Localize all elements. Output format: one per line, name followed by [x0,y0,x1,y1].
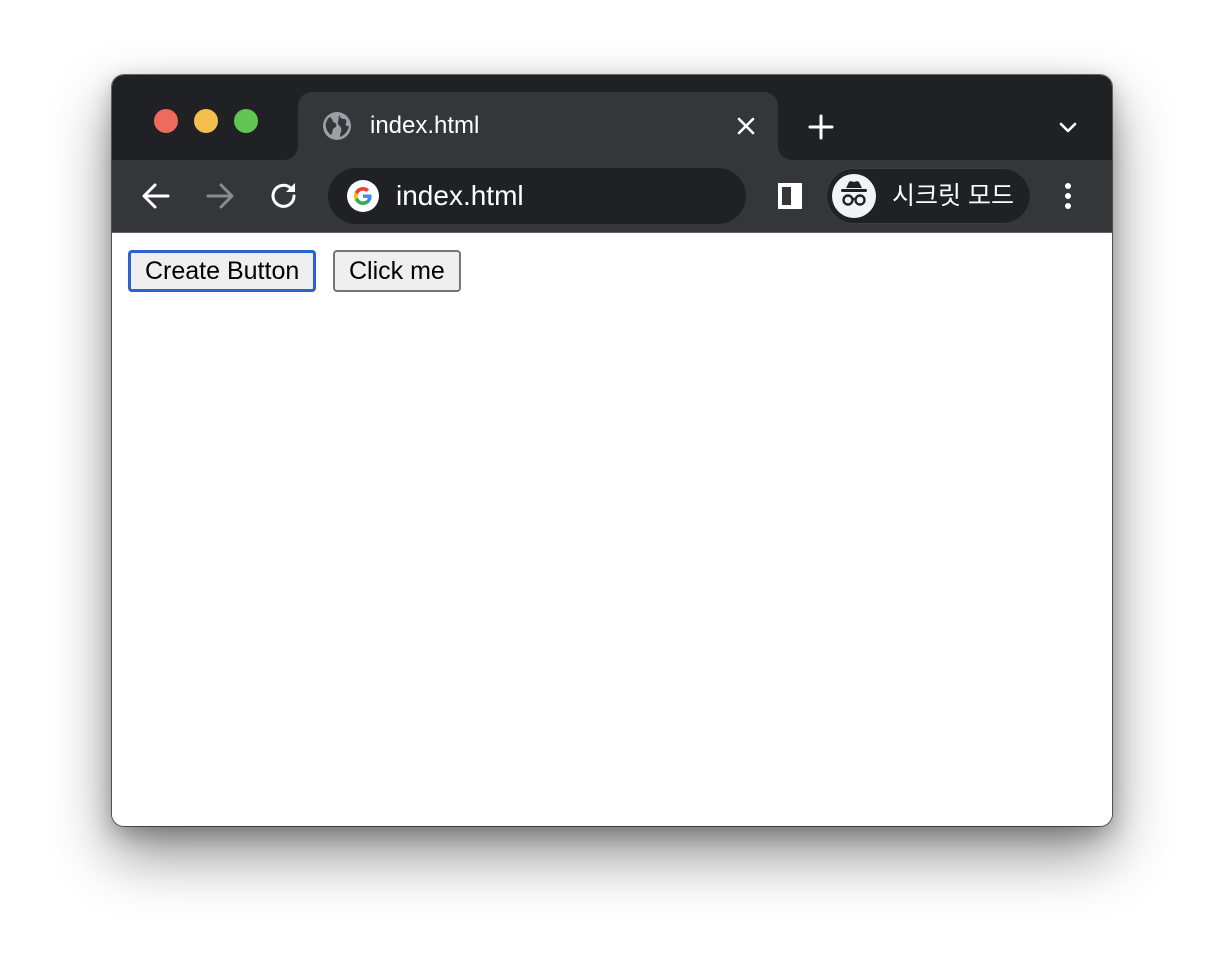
close-icon[interactable] [734,114,758,138]
maximize-window-button[interactable] [234,109,258,133]
minimize-window-button[interactable] [194,109,218,133]
incognito-profile-chip[interactable]: 시크릿 모드 [826,168,1031,224]
address-bar[interactable]: index.html [328,168,746,224]
create-button[interactable]: Create Button [128,250,317,292]
close-window-button[interactable] [154,109,178,133]
arrow-right-icon[interactable] [202,178,238,214]
tab-active[interactable]: index.html [298,92,778,160]
reload-icon[interactable] [266,178,302,214]
side-panel-icon[interactable] [772,178,808,214]
incognito-label: 시크릿 모드 [892,182,1014,210]
toolbar: index.html 시크릿 모드 [112,160,1112,233]
browser-window: index.html index.html 시크릿 모드 Create Butt… [112,75,1112,826]
desktop-background: index.html index.html 시크릿 모드 Create Butt… [0,0,1224,974]
chevron-down-icon[interactable] [1056,115,1080,139]
address-text: index.html [396,180,524,211]
google-icon [347,180,379,212]
globe-icon [323,112,351,140]
more-vertical-icon[interactable] [1050,178,1086,214]
arrow-left-icon[interactable] [138,178,174,214]
page-content: Create Button Click me [112,233,1112,826]
tab-strip: index.html [112,75,1112,160]
incognito-icon [841,181,867,206]
incognito-avatar [832,174,876,218]
click-me-button[interactable]: Click me [333,250,461,292]
plus-icon[interactable] [806,112,836,142]
tab-title: index.html [370,112,480,139]
